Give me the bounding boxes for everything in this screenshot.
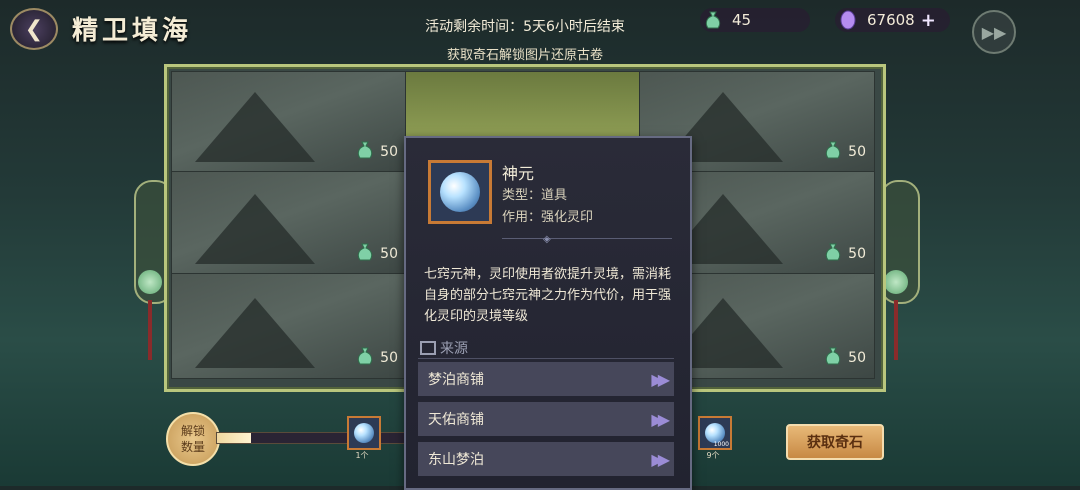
tile-cost: 50 bbox=[356, 346, 398, 370]
double-chevron-icon: ▶▶ bbox=[651, 449, 669, 469]
unlock-count-label: 解锁数量 bbox=[180, 424, 205, 454]
tile-cost: 50 bbox=[356, 140, 398, 164]
back-button[interactable]: ❮ bbox=[10, 8, 58, 50]
jade-bag-icon bbox=[356, 346, 374, 370]
source-label: 梦泊商铺 bbox=[428, 372, 484, 388]
tile-cost-value: 50 bbox=[848, 350, 866, 366]
jade-bag-icon bbox=[824, 242, 842, 266]
source-title-text: 来源 bbox=[440, 341, 468, 357]
divider bbox=[502, 238, 672, 239]
tassel-left bbox=[148, 300, 152, 360]
unlock-count-badge: 解锁数量 bbox=[166, 412, 220, 466]
tile-cost: 50 bbox=[824, 242, 866, 266]
tile-cost: 50 bbox=[824, 140, 866, 164]
source-link-3[interactable]: 东山梦泊 ▶▶ bbox=[418, 442, 674, 476]
jade-bag-icon bbox=[702, 9, 724, 31]
unlock-progress-fill bbox=[217, 433, 252, 443]
jade-bag-icon bbox=[824, 140, 842, 164]
reward-count: 9个 bbox=[706, 451, 720, 460]
jade-lantern-icon bbox=[138, 270, 162, 294]
reward-count: 1个 bbox=[355, 451, 369, 460]
jade-bag-icon bbox=[356, 242, 374, 266]
event-timer: 活动剩余时间：5天6小时后结束 bbox=[425, 19, 625, 35]
jade-bag-icon bbox=[356, 140, 374, 164]
tile-cost-value: 50 bbox=[380, 246, 398, 262]
tile-cost-value: 50 bbox=[380, 144, 398, 160]
tile-cost: 50 bbox=[356, 242, 398, 266]
jade-bag-icon bbox=[824, 346, 842, 370]
reward-badge: 1000 bbox=[713, 441, 729, 448]
spirit-orb-icon bbox=[354, 423, 374, 443]
source-link-1[interactable]: 梦泊商铺 ▶▶ bbox=[418, 362, 674, 396]
fast-forward-button[interactable]: ▶▶ bbox=[972, 10, 1016, 54]
jade-lantern-icon bbox=[884, 270, 908, 294]
currency-jade-value: 45 bbox=[732, 11, 752, 29]
tile-cost: 50 bbox=[824, 346, 866, 370]
currency-jade: 45 bbox=[700, 8, 810, 32]
item-tooltip: 神元 类型：道具 作用：强化灵印 ◈ 七窍元神，灵印使用者欲提升灵境，需消耗自身… bbox=[404, 136, 692, 490]
arrow-left-icon: ❮ bbox=[24, 16, 44, 42]
reward-item[interactable] bbox=[347, 416, 381, 450]
double-chevron-icon: ▶▶ bbox=[651, 369, 669, 389]
puzzle-tile[interactable]: 50 bbox=[171, 273, 407, 379]
item-icon-frame bbox=[428, 160, 492, 224]
add-currency-button[interactable]: + bbox=[921, 10, 936, 31]
puzzle-tile[interactable]: 50 bbox=[171, 71, 407, 173]
source-label: 天佑商铺 bbox=[428, 412, 484, 428]
reward-slot-2[interactable]: 1000 9个 bbox=[698, 416, 732, 461]
source-title: 来源 bbox=[420, 338, 468, 358]
item-description: 七窍元神，灵印使用者欲提升灵境，需消耗自身的部分七窍元神之力作为代价，用于强化灵… bbox=[424, 267, 672, 324]
puzzle-tile[interactable]: 50 bbox=[171, 171, 407, 275]
get-stone-button[interactable]: 获取奇石 bbox=[786, 424, 884, 460]
tile-cost-value: 50 bbox=[848, 144, 866, 160]
spirit-orb-icon bbox=[440, 172, 480, 212]
diamond-icon: ◈ bbox=[543, 234, 551, 245]
item-type: 类型：道具 bbox=[502, 188, 568, 203]
event-subtitle: 获取奇石解锁图片还原古卷 bbox=[446, 48, 603, 63]
currency-crystal-value: 67608 bbox=[867, 11, 915, 29]
tassel-right bbox=[894, 300, 898, 360]
crystal-icon bbox=[837, 9, 859, 31]
fast-forward-icon: ▶▶ bbox=[981, 22, 1007, 42]
scroll-icon bbox=[420, 341, 436, 355]
currency-crystal: 67608 + bbox=[835, 8, 950, 32]
page-title: 精卫填海 bbox=[72, 16, 193, 46]
source-label: 东山梦泊 bbox=[428, 452, 484, 468]
tile-cost-value: 50 bbox=[380, 350, 398, 366]
source-divider bbox=[418, 358, 674, 359]
reward-slot-1[interactable]: 1个 bbox=[347, 416, 381, 461]
tile-cost-value: 50 bbox=[848, 246, 866, 262]
spirit-orb-icon bbox=[705, 423, 725, 443]
item-name: 神元 bbox=[502, 164, 535, 183]
source-link-2[interactable]: 天佑商铺 ▶▶ bbox=[418, 402, 674, 436]
double-chevron-icon: ▶▶ bbox=[651, 409, 669, 429]
item-use: 作用：强化灵印 bbox=[502, 210, 594, 225]
reward-item[interactable]: 1000 bbox=[698, 416, 732, 450]
